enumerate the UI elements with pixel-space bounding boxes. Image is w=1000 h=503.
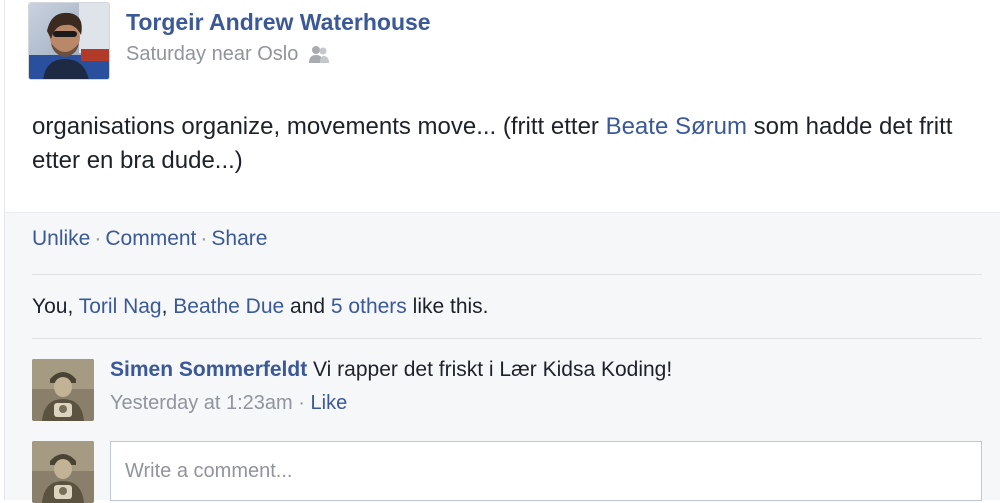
story-header: Torgeir Andrew Waterhouse Saturday near … [5, 0, 1000, 212]
likes-suffix: like this. [406, 295, 489, 318]
story-meta: Saturday near Oslo [126, 43, 330, 66]
share-link[interactable]: Share [211, 227, 267, 250]
divider [32, 274, 982, 275]
comment-text: Vi rapper det friskt i Lær Kidsa Koding! [307, 358, 673, 381]
story-message: organisations organize, movements move..… [32, 110, 972, 178]
author-profile-photo[interactable] [28, 2, 110, 80]
liker-link-toril[interactable]: Toril Nag [79, 295, 162, 318]
feed-story: Torgeir Andrew Waterhouse Saturday near … [4, 0, 1000, 503]
comment-meta-separator: · [292, 392, 311, 414]
others-likers-link[interactable]: 5 others [331, 295, 407, 318]
action-separator: · [200, 227, 208, 250]
comment-link[interactable]: Comment [105, 227, 196, 250]
liker-link-beathe[interactable]: Beathe Due [173, 295, 284, 318]
unlike-link[interactable]: Unlike [32, 227, 90, 250]
likes-you: You, [32, 295, 79, 318]
comment-input[interactable] [110, 441, 982, 501]
like-sentence: You, Toril Nag, Beathe Due and 5 others … [32, 295, 489, 319]
comment-timestamp[interactable]: Yesterday at 1:23am [110, 392, 293, 414]
current-user-profile-photo [32, 441, 94, 503]
story-location[interactable]: near Oslo [212, 43, 299, 65]
story-timestamp-line[interactable]: Saturday near Oslo [126, 43, 298, 66]
mention-link[interactable]: Beate Sørum [606, 113, 747, 140]
friends-icon[interactable] [308, 45, 330, 65]
divider [32, 338, 982, 339]
comment-like-link[interactable]: Like [311, 392, 348, 414]
likes-and: and [284, 295, 331, 318]
commenter-profile-photo[interactable] [32, 359, 94, 421]
likes-comma: , [161, 295, 174, 318]
comment-meta: Yesterday at 1:23am · Like [110, 392, 347, 415]
story-actions: Unlike · Comment · Share [32, 227, 267, 251]
comment-body: Simen Sommerfeldt Vi rapper det friskt i… [110, 358, 672, 382]
story-timestamp[interactable]: Saturday [126, 43, 206, 65]
story-message-text: organisations organize, movements move..… [32, 113, 606, 140]
commenter-name-link[interactable]: Simen Sommerfeldt [110, 358, 307, 381]
action-separator: · [94, 227, 102, 250]
author-name-link[interactable]: Torgeir Andrew Waterhouse [126, 9, 431, 36]
